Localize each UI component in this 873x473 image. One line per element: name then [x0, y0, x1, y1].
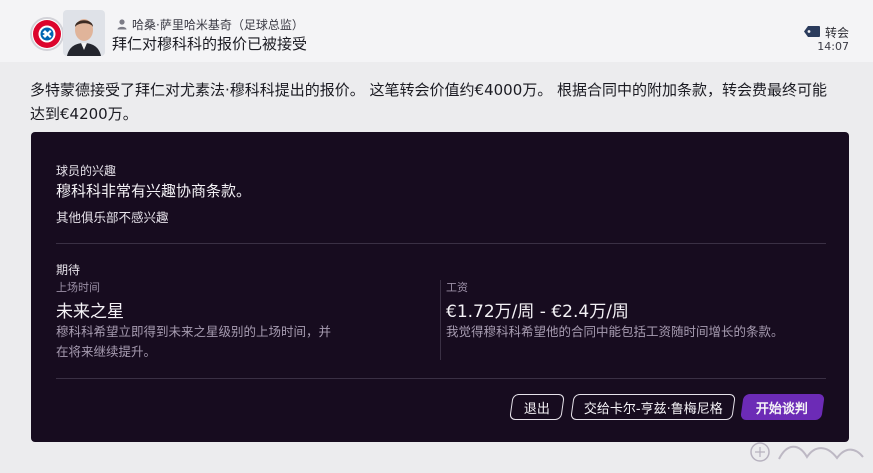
tag-label: 转会 — [824, 26, 849, 40]
interest-main-text: 穆科科非常有兴趣协商条款。 — [56, 182, 252, 200]
negotiation-panel: 球员的兴趣 穆科科非常有兴趣协商条款。 其他俱乐部不感兴趣 期待 上场时间 未来… — [31, 132, 849, 442]
column-divider — [440, 280, 441, 360]
sender-line[interactable]: 哈桑·萨里哈米基奇（足球总监） — [116, 16, 304, 32]
club-logo — [30, 17, 64, 51]
sender-avatar[interactable] — [63, 10, 105, 56]
start-negotiation-button[interactable]: 开始谈判 — [740, 394, 825, 420]
watermark-logo — [747, 439, 867, 469]
playing-time-value: 未来之星 — [56, 302, 124, 322]
section-divider-bottom — [56, 378, 826, 379]
message-header: 哈桑·萨里哈米基奇（足球总监） 拜仁对穆科科的报价已被接受 转会 14:07 — [0, 0, 873, 62]
message-subject: 拜仁对穆科科的报价已被接受 — [112, 35, 308, 53]
person-icon — [116, 18, 128, 30]
playing-time-description: 穆科科希望立即得到未来之星级别的上场时间，并在将来继续提升。 — [56, 324, 332, 359]
wage-value: €1.72万/周 - €2.4万/周 — [446, 302, 629, 322]
tag-icon — [803, 25, 820, 40]
delegate-button[interactable]: 交给卡尔-亨兹·鲁梅尼格 — [570, 394, 736, 420]
message-body: 多特蒙德接受了拜仁对尤素法·穆科科提出的报价。 这笔转会价值约€4000万。 根… — [30, 81, 828, 123]
section-divider — [56, 243, 826, 244]
playing-time-label: 上场时间 — [56, 281, 100, 294]
interest-other-clubs: 其他俱乐部不感兴趣 — [56, 210, 169, 225]
interest-label: 球员的兴趣 — [56, 164, 117, 178]
wage-label: 工资 — [446, 281, 468, 294]
expectation-label: 期待 — [56, 263, 81, 277]
message-time: 14:07 — [817, 40, 849, 53]
start-negotiation-label: 开始谈判 — [756, 401, 809, 417]
transfer-tag[interactable]: 转会 — [803, 24, 849, 41]
wage-description: 我觉得穆科科希望他的合同中能包括工资随时间增长的条款。 — [446, 324, 784, 339]
sender-name: 哈桑·萨里哈米基奇（足球总监） — [132, 17, 304, 32]
exit-button-label: 退出 — [523, 401, 550, 417]
delegate-button-label: 交给卡尔-亨兹·鲁梅尼格 — [583, 401, 723, 417]
exit-button[interactable]: 退出 — [509, 394, 565, 420]
